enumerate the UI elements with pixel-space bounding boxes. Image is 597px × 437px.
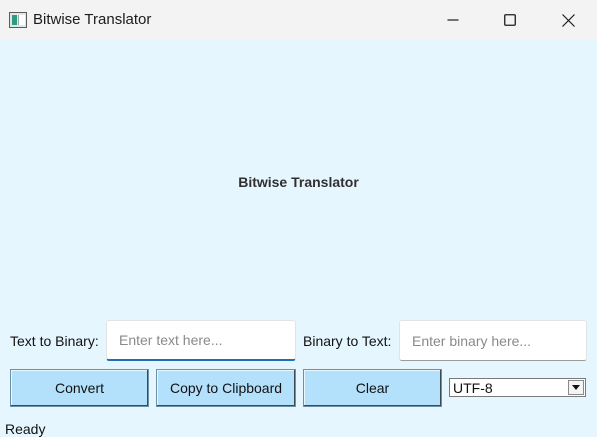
window-title: Bitwise Translator	[33, 11, 152, 28]
encoding-select[interactable]: UTF-8	[449, 378, 586, 397]
status-text: Ready	[5, 421, 46, 437]
minimize-button[interactable]	[424, 0, 482, 40]
clear-button[interactable]: Clear	[303, 369, 442, 407]
app-heading: Bitwise Translator	[238, 174, 359, 190]
maximize-button[interactable]	[481, 0, 539, 40]
close-icon	[561, 13, 575, 27]
binary-input[interactable]	[399, 320, 587, 361]
maximize-icon	[504, 14, 516, 26]
app-icon	[9, 12, 27, 28]
copy-to-clipboard-button[interactable]: Copy to Clipboard	[156, 369, 296, 407]
title-bar: Bitwise Translator	[0, 0, 597, 40]
binary-to-text-label: Binary to Text:	[303, 333, 392, 349]
text-input[interactable]	[106, 320, 296, 361]
chevron-down-icon[interactable]	[568, 380, 584, 395]
minimize-icon	[447, 19, 459, 21]
encoding-selected-value: UTF-8	[453, 380, 493, 396]
text-to-binary-label: Text to Binary:	[10, 333, 99, 349]
close-button[interactable]	[539, 0, 597, 40]
app-window: Bitwise Translator Bitwise Translator Te…	[0, 0, 597, 437]
convert-button[interactable]: Convert	[10, 369, 149, 407]
